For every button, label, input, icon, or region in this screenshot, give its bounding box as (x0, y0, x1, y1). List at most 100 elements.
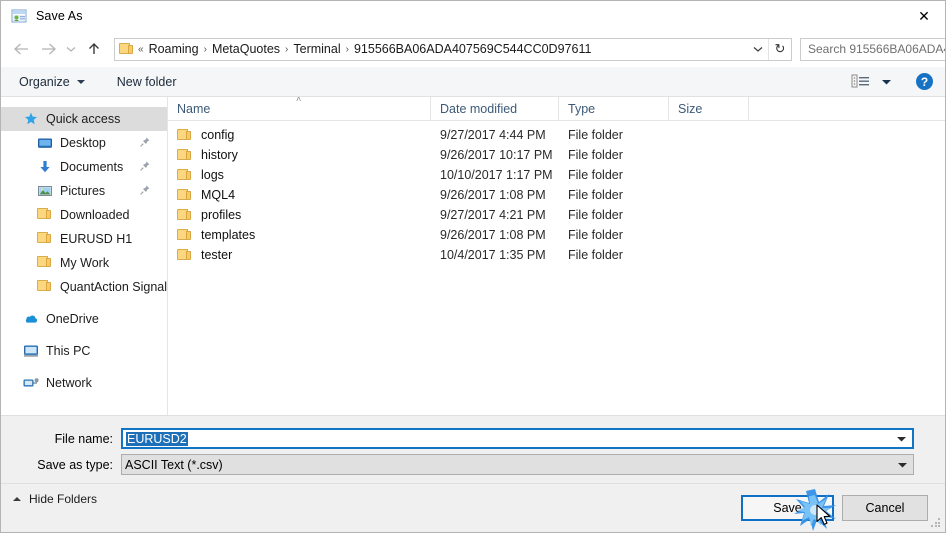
breadcrumb-item-terminal-id[interactable]: 915566BA06ADA407569C544CC0D97611 (350, 40, 595, 58)
file-date-cell: 9/26/2017 1:08 PM (440, 188, 546, 202)
file-name: MQL4 (201, 188, 236, 202)
sidebar-item-eurusd-h1[interactable]: EURUSD H1 (1, 227, 167, 251)
sidebar-item-label: Downloaded (60, 208, 130, 222)
new-folder-button[interactable]: New folder (109, 71, 185, 93)
file-rows: config 9/27/2017 4:44 PM File folder his… (168, 121, 945, 265)
table-row[interactable]: logs 10/10/2017 1:17 PM File folder (168, 165, 945, 185)
sidebar-item-quick-access[interactable]: Quick access (1, 107, 167, 131)
table-row[interactable]: templates 9/26/2017 1:08 PM File folder (168, 225, 945, 245)
resize-grip-icon[interactable] (931, 518, 942, 529)
sidebar-item-my-work[interactable]: My Work (1, 251, 167, 275)
file-name-row: File name: EURUSD2 (21, 428, 914, 449)
file-type-cell: File folder (568, 128, 623, 142)
file-name: history (201, 148, 238, 162)
command-bar: Organize New folder ? (1, 67, 945, 97)
navigation-sidebar: Quick access Desktop Documents Pictures … (1, 97, 168, 415)
column-header-type[interactable]: Type (559, 97, 669, 121)
chevron-down-icon[interactable] (748, 39, 768, 60)
breadcrumb-item-terminal[interactable]: Terminal (289, 40, 344, 58)
sidebar-item-onedrive[interactable]: OneDrive (1, 307, 167, 331)
view-mode-dropdown[interactable] (881, 75, 892, 89)
up-one-level-button[interactable] (81, 36, 107, 62)
command-bar-right: ? (851, 73, 945, 90)
file-name: profiles (201, 208, 242, 222)
pin-icon[interactable] (139, 136, 151, 148)
sidebar-item-label: This PC (46, 344, 91, 358)
file-type-cell: File folder (568, 248, 623, 262)
help-icon[interactable]: ? (916, 73, 933, 90)
breadcrumb-prefix[interactable]: « (137, 44, 145, 55)
folder-icon (177, 208, 193, 222)
save-form: File name: EURUSD2 Save as type: ASCII T… (1, 415, 945, 483)
sidebar-item-label: Desktop (60, 136, 106, 150)
sidebar-item-pictures[interactable]: Pictures (1, 179, 167, 203)
cancel-button[interactable]: Cancel (842, 495, 928, 521)
sidebar-item-network[interactable]: Network (1, 371, 167, 395)
file-type-cell: File folder (568, 148, 623, 162)
sidebar-item-quantaction-signal[interactable]: QuantAction Signal (1, 275, 167, 299)
table-row[interactable]: MQL4 9/26/2017 1:08 PM File folder (168, 185, 945, 205)
refresh-icon[interactable]: ↻ (768, 38, 791, 60)
sidebar-item-documents[interactable]: Documents (1, 155, 167, 179)
save-as-type-select[interactable]: ASCII Text (*.csv) (121, 454, 914, 475)
sidebar-item-downloaded[interactable]: Downloaded (1, 203, 167, 227)
chevron-up-icon (13, 497, 21, 501)
back-button[interactable] (9, 36, 35, 62)
folder-icon (177, 128, 193, 142)
sidebar-item-label: Network (46, 376, 92, 390)
search-input[interactable]: Search 915566BA06ADA40756... (800, 37, 945, 61)
save-as-type-row: Save as type: ASCII Text (*.csv) (21, 454, 914, 475)
sidebar-item-label: OneDrive (46, 312, 99, 326)
window-title: Save As (36, 9, 83, 23)
folder-icon (37, 231, 53, 247)
chevron-down-icon[interactable] (890, 430, 912, 447)
column-header-date-modified[interactable]: Date modified (431, 97, 559, 121)
folder-icon (37, 279, 53, 295)
forward-button[interactable] (35, 36, 61, 62)
computer-icon (23, 343, 39, 359)
sidebar-item-label: EURUSD H1 (60, 232, 133, 246)
folder-icon (177, 188, 193, 202)
file-name-cell: MQL4 (168, 188, 431, 202)
cloud-icon (23, 311, 39, 327)
hide-folders-label: Hide Folders (29, 492, 98, 506)
breadcrumb-item-metaquotes[interactable]: MetaQuotes (208, 40, 284, 58)
sidebar-item-label: Pictures (60, 184, 106, 198)
view-mode-icon[interactable] (851, 74, 871, 90)
close-icon[interactable]: ✕ (901, 1, 945, 31)
picture-icon (37, 183, 53, 199)
pin-icon[interactable] (139, 184, 151, 196)
pin-icon[interactable] (139, 160, 151, 172)
file-date-cell: 10/4/2017 1:35 PM (440, 248, 546, 262)
sidebar-item-label: QuantAction Signal (60, 280, 167, 294)
folder-icon (177, 168, 193, 182)
table-row[interactable]: tester 10/4/2017 1:35 PM File folder (168, 245, 945, 265)
table-row[interactable]: profiles 9/27/2017 4:21 PM File folder (168, 205, 945, 225)
file-name: templates (201, 228, 256, 242)
file-type-cell: File folder (568, 168, 623, 182)
folder-icon (177, 248, 193, 262)
recent-locations-button[interactable] (61, 36, 81, 62)
hide-folders-button[interactable]: Hide Folders (13, 492, 97, 506)
file-name-cell: templates (168, 228, 431, 242)
column-header-size[interactable]: Size (669, 97, 749, 121)
table-row[interactable]: config 9/27/2017 4:44 PM File folder (168, 125, 945, 145)
file-type-cell: File folder (568, 188, 623, 202)
title-bar: Save As ✕ (1, 1, 945, 31)
sidebar-divider (1, 299, 167, 307)
download-arrow-icon (37, 159, 53, 175)
content-area: Quick access Desktop Documents Pictures … (1, 97, 945, 415)
address-bar[interactable]: « Roaming › MetaQuotes › Terminal › 9155… (114, 37, 792, 61)
save-button[interactable]: Save (741, 495, 834, 521)
sidebar-item-desktop[interactable]: Desktop (1, 131, 167, 155)
folder-icon (119, 42, 135, 56)
file-name-cell: logs (168, 168, 431, 182)
sidebar-item-this-pc[interactable]: This PC (1, 339, 167, 363)
file-name-input[interactable]: EURUSD2 (121, 428, 914, 449)
chevron-down-icon[interactable] (891, 455, 913, 474)
breadcrumb-item-roaming[interactable]: Roaming (145, 40, 203, 58)
monitor-icon (37, 135, 53, 151)
table-row[interactable]: history 9/26/2017 10:17 PM File folder (168, 145, 945, 165)
organize-button[interactable]: Organize (11, 71, 93, 93)
file-date-cell: 9/26/2017 1:08 PM (440, 228, 546, 242)
